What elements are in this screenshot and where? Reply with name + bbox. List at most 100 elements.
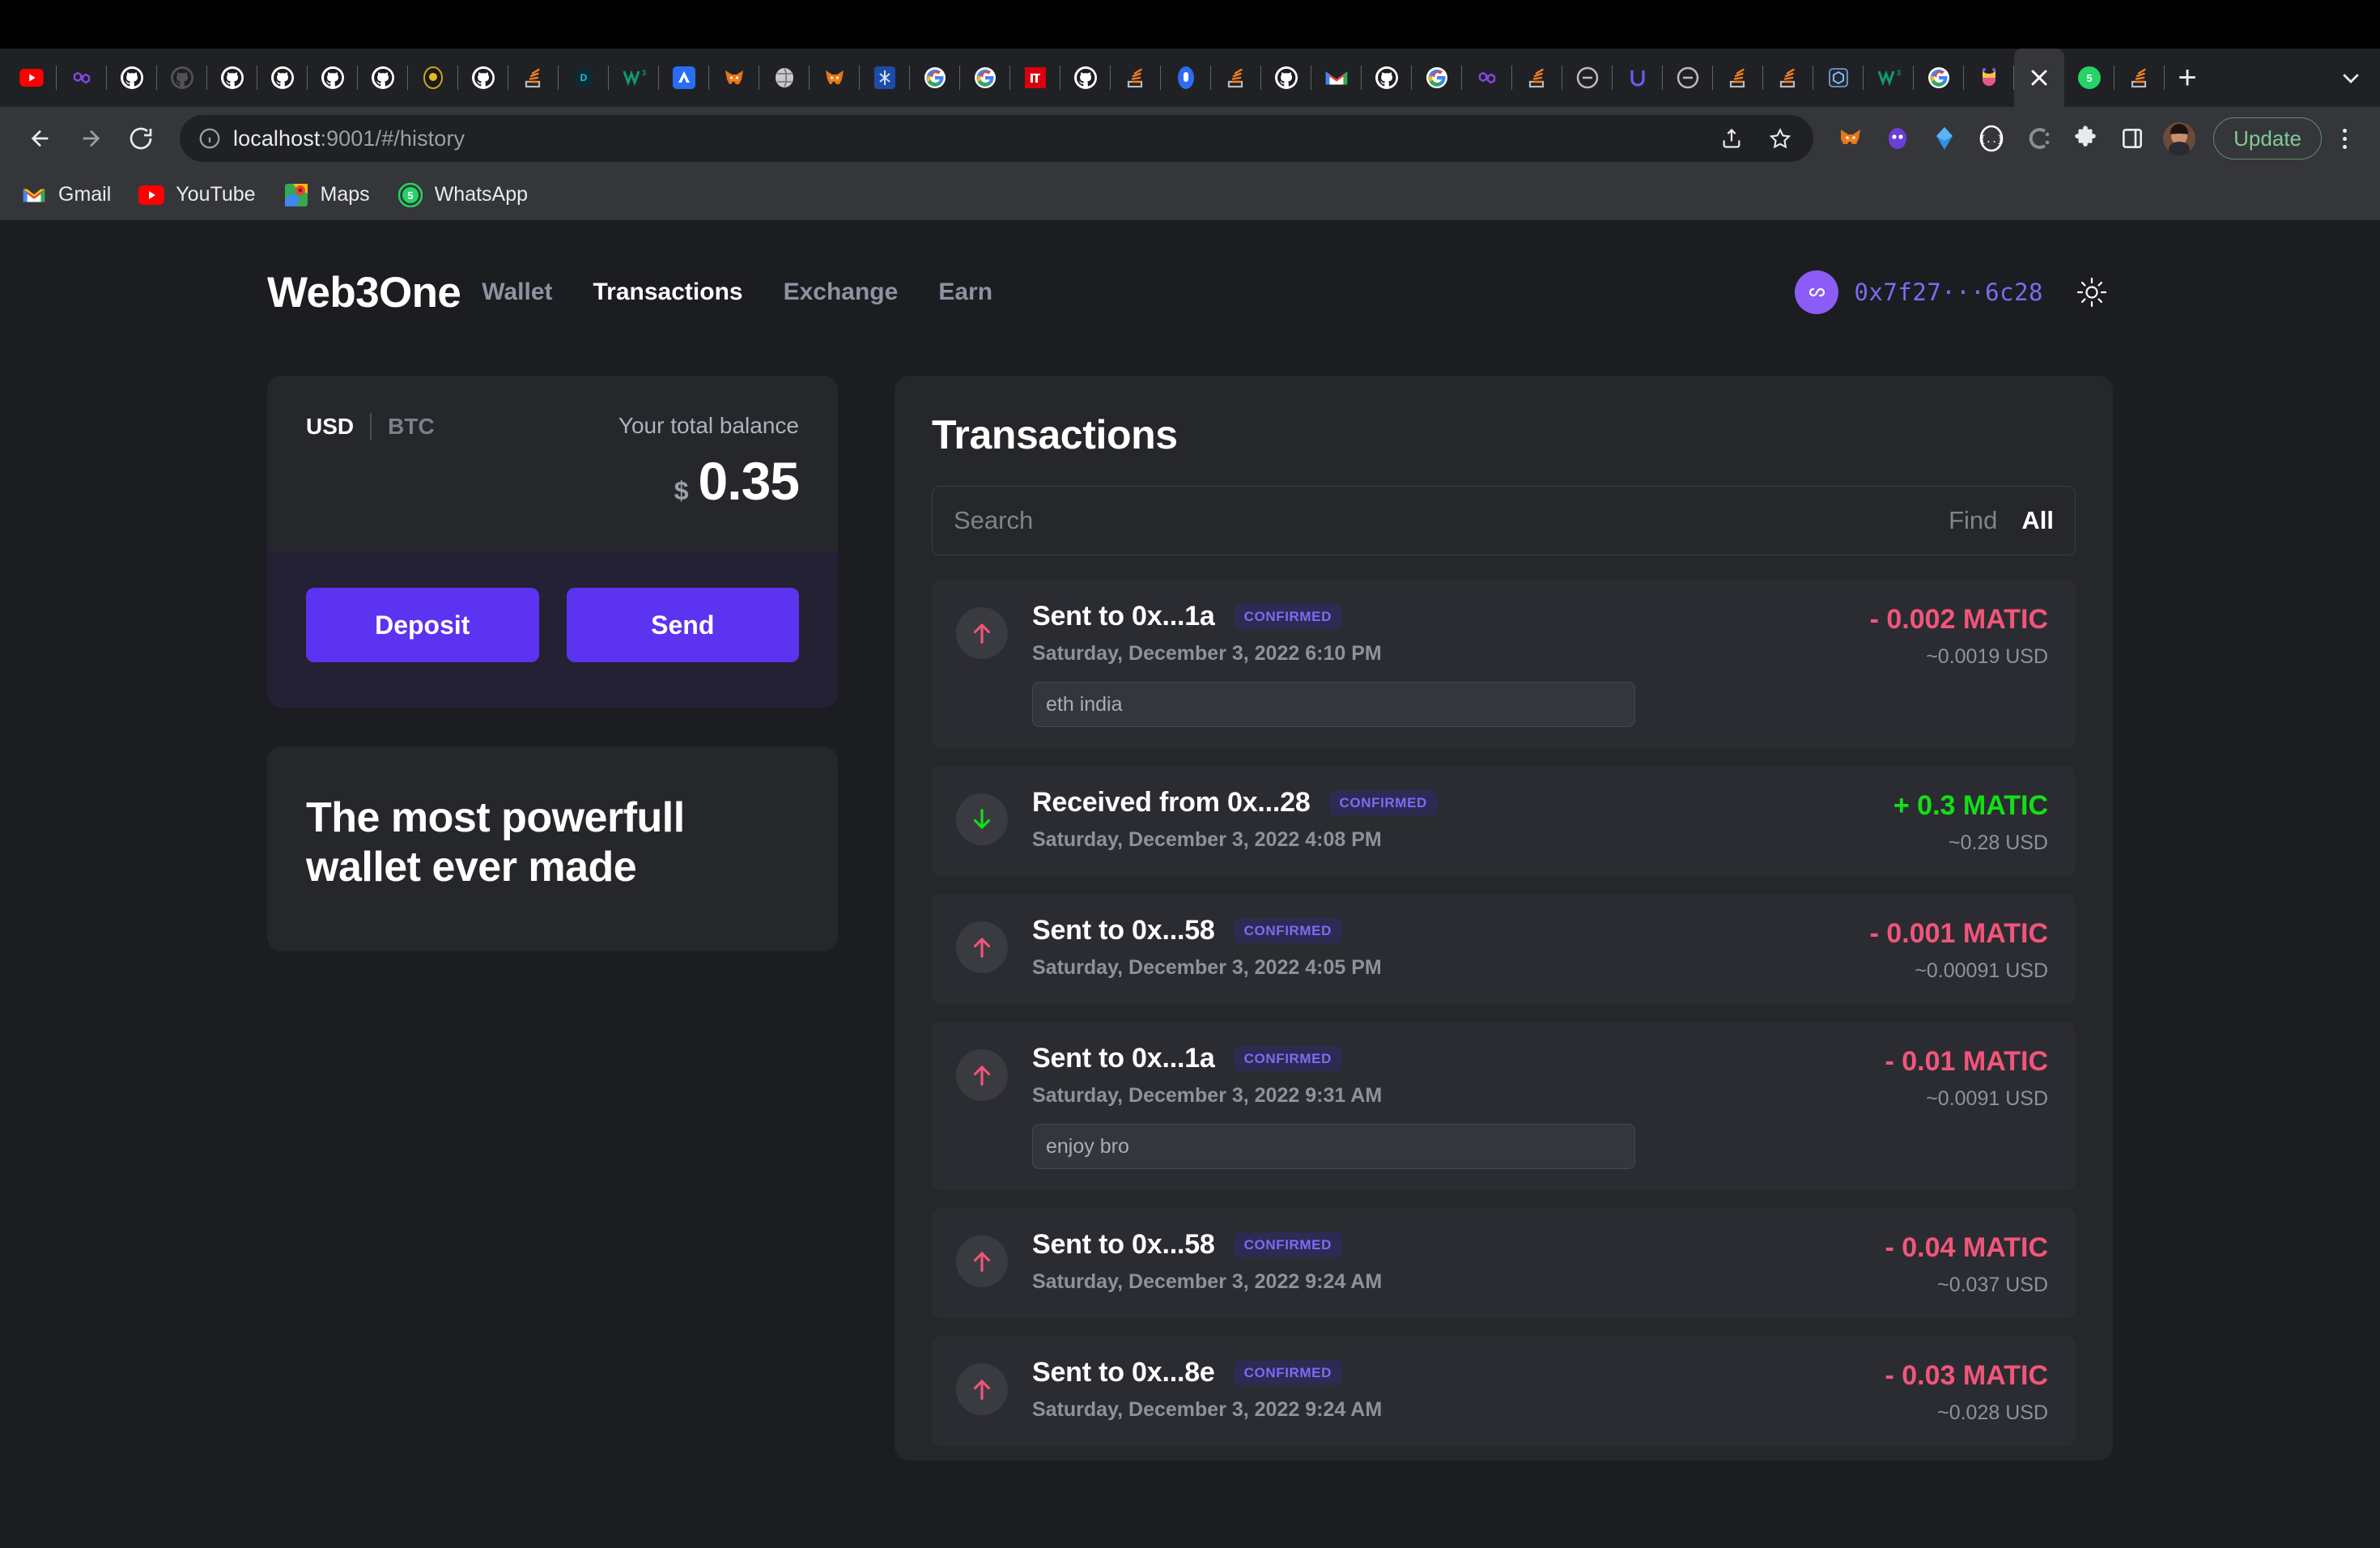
github-tab-1[interactable] [107, 53, 157, 103]
profile-avatar[interactable] [2158, 117, 2200, 159]
nav-item-transactions[interactable]: Transactions [593, 279, 743, 306]
stackoverflow-tab-3[interactable] [1713, 53, 1763, 103]
whatsapp-tab[interactable]: 5 [2064, 53, 2114, 103]
orange-tab[interactable] [1211, 53, 1261, 103]
bookmark-maps[interactable]: Maps [283, 182, 370, 208]
nav-item-wallet[interactable]: Wallet [482, 279, 552, 306]
ghost-extension-icon[interactable] [1876, 117, 1919, 159]
snow-tab[interactable] [860, 53, 910, 103]
pi-tab[interactable] [1010, 53, 1060, 103]
transaction-row[interactable]: Sent to 0x...8e CONFIRMED Saturday, Decemb… [932, 1336, 2076, 1446]
code-extension-icon[interactable]: {..} [1970, 117, 2012, 159]
globe-tab[interactable] [759, 53, 810, 103]
sun-icon[interactable] [2071, 271, 2113, 313]
transaction-amounts: - 0.002 MATIC ~0.0019 USD [1870, 601, 2048, 669]
google-tab-4[interactable] [1914, 53, 1964, 103]
chrome-menu-button[interactable] [2327, 128, 2362, 149]
transaction-amount: + 0.3 MATIC [1893, 790, 2048, 821]
transaction-row[interactable]: Sent to 0x...58 CONFIRMED Saturday, Decemb… [932, 1208, 2076, 1318]
stackoverflow-tab-4[interactable] [1763, 53, 1813, 103]
share-icon[interactable] [1713, 120, 1750, 157]
github-tab-8[interactable] [1060, 53, 1111, 103]
github-tab-4[interactable] [257, 53, 308, 103]
purple-u-tab[interactable] [1613, 53, 1663, 103]
send-button[interactable]: Send [566, 588, 799, 662]
nav-item-earn[interactable]: Earn [938, 279, 992, 306]
update-button[interactable]: Update [2213, 117, 2322, 159]
transaction-title: Sent to 0x...58 [1032, 915, 1215, 946]
stackoverflow-tab-1[interactable] [508, 53, 559, 103]
metamask-tab-2[interactable] [810, 53, 860, 103]
deposit-button[interactable]: Deposit [306, 588, 539, 662]
w3-tab[interactable]: 3 [609, 53, 659, 103]
gmail-tab[interactable] [1311, 53, 1362, 103]
blue-tab[interactable] [1161, 53, 1211, 103]
tab-search-chevron-down-icon[interactable] [2328, 66, 2374, 90]
transaction-row[interactable]: Sent to 0x...1a CONFIRMED Saturday, Decemb… [932, 580, 2076, 748]
github-tab-9[interactable] [1261, 53, 1311, 103]
cube-tab[interactable] [1813, 53, 1864, 103]
search-input[interactable] [954, 506, 1925, 535]
back-button[interactable] [18, 116, 63, 161]
browser-toolbar: localhost:9001/#/history {..} Update [0, 107, 2380, 170]
transaction-details: Sent to 0x...1a CONFIRMED Saturday, Decemb… [1032, 1043, 1860, 1169]
orange-tab-2[interactable] [1512, 53, 1562, 103]
bookmark-youtube[interactable]: YouTube [138, 182, 256, 208]
bookmark-whatsapp[interactable]: 5 WhatsApp [397, 182, 528, 208]
transaction-row[interactable]: Received from 0x...28 CONFIRMED Saturday, … [932, 766, 2076, 876]
coin-tab[interactable] [408, 53, 458, 103]
app-logo[interactable]: Web3One [267, 268, 461, 317]
c-extension-icon[interactable] [2017, 117, 2059, 159]
bookmark-gmail[interactable]: Gmail [21, 182, 111, 208]
bookmark-star-icon[interactable] [1762, 120, 1799, 157]
alchemy-tab[interactable] [659, 53, 709, 103]
transaction-note[interactable]: enjoy bro [1032, 1124, 1635, 1169]
google-tab-3[interactable] [1412, 53, 1462, 103]
google-tab-2[interactable] [960, 53, 1010, 103]
filter-all-button[interactable]: All [2021, 506, 2054, 535]
google-tab-1[interactable] [910, 53, 960, 103]
tab-strip: D 3 3 5 + [0, 49, 2380, 107]
github-tab-2[interactable] [157, 53, 207, 103]
polygon-tab-2[interactable] [1462, 53, 1512, 103]
active-tab[interactable] [2014, 49, 2064, 107]
metamask-tab-1[interactable] [709, 53, 759, 103]
bookmark-label: Maps [320, 183, 370, 206]
filter-find-button[interactable]: Find [1949, 506, 1997, 535]
nav-item-exchange[interactable]: Exchange [784, 279, 899, 306]
metamask-extension-icon[interactable] [1830, 117, 1872, 159]
currency-usd[interactable]: USD [306, 414, 354, 440]
github-tab-6[interactable] [358, 53, 408, 103]
teal-tab[interactable] [1562, 53, 1613, 103]
site-info-icon[interactable] [198, 126, 222, 151]
stackoverflow-tab-5[interactable] [2114, 53, 2165, 103]
dev-tab[interactable]: D [559, 53, 609, 103]
stackoverflow-tab-2[interactable] [1111, 53, 1161, 103]
account-pill[interactable]: 0x7f27···6c28 [1794, 270, 2043, 314]
extensions-puzzle-icon[interactable] [2064, 117, 2106, 159]
w3-tab-2[interactable]: 3 [1864, 53, 1914, 103]
forward-button[interactable] [68, 116, 113, 161]
w3-icon: 3 [1875, 64, 1902, 91]
transaction-note[interactable]: eth india [1032, 682, 1635, 727]
colorful-icon [1975, 64, 2003, 91]
new-tab-button[interactable]: + [2165, 55, 2210, 100]
teal-tab-2[interactable] [1663, 53, 1713, 103]
github-tab-10[interactable] [1362, 53, 1412, 103]
colorful-tab[interactable] [1964, 53, 2014, 103]
address-bar[interactable]: localhost:9001/#/history [180, 115, 1814, 162]
main-nav: Wallet Transactions Exchange Earn [482, 279, 992, 306]
transaction-usd-value: ~0.0019 USD [1926, 645, 2048, 668]
github-tab-7[interactable] [458, 53, 508, 103]
diamond-extension-icon[interactable] [1923, 117, 1966, 159]
transaction-row[interactable]: Sent to 0x...58 CONFIRMED Saturday, Decemb… [932, 894, 2076, 1004]
reload-button[interactable] [118, 116, 164, 161]
transaction-row[interactable]: Sent to 0x...1a CONFIRMED Saturday, Decemb… [932, 1022, 2076, 1190]
svg-text:5: 5 [2086, 72, 2092, 84]
sidepanel-icon[interactable] [2111, 117, 2153, 159]
currency-btc[interactable]: BTC [388, 414, 435, 440]
youtube-tab[interactable] [6, 53, 57, 103]
github-tab-5[interactable] [308, 53, 358, 103]
polygon-tab[interactable] [57, 53, 107, 103]
github-tab-3[interactable] [207, 53, 257, 103]
